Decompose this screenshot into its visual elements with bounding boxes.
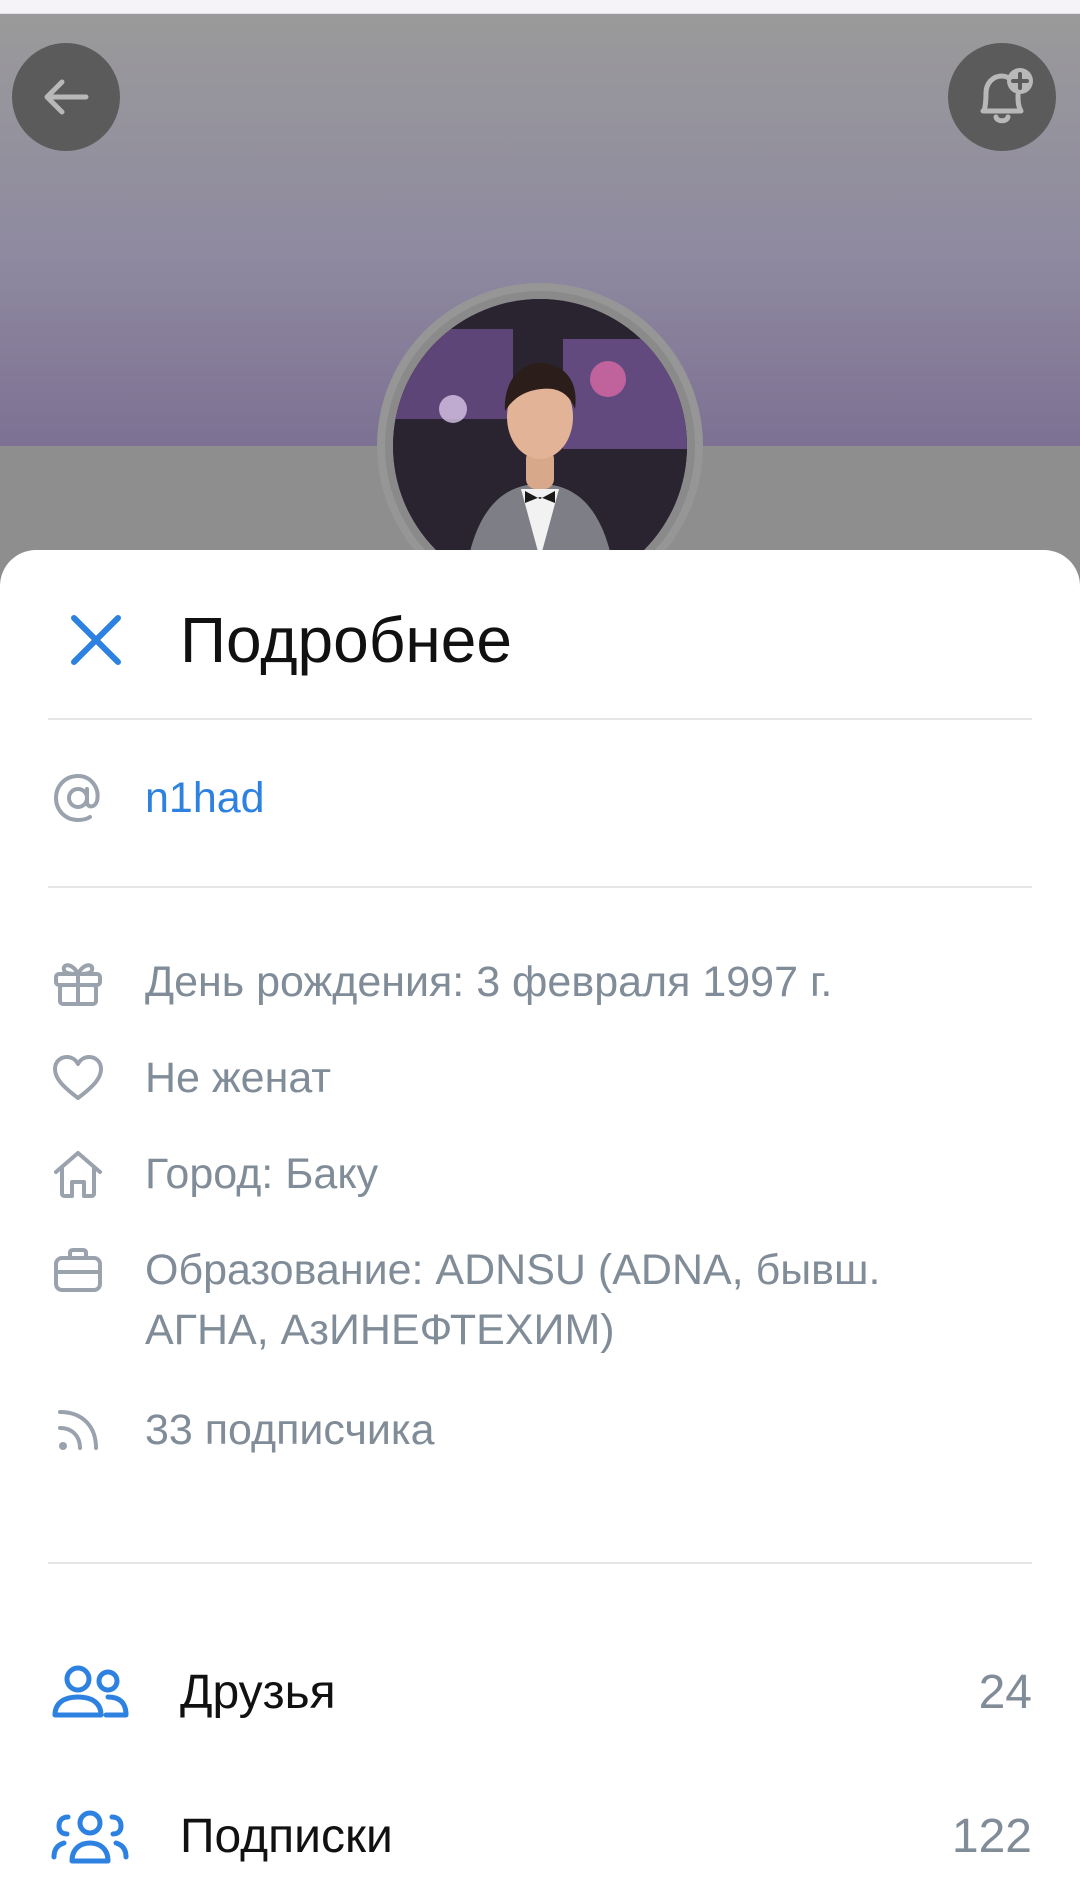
gift-icon (48, 952, 108, 1012)
back-button[interactable] (12, 43, 120, 151)
close-button[interactable] (58, 602, 134, 678)
subscriptions-label: Подписки (180, 1810, 393, 1863)
followers-text: 33 подписчика (145, 1406, 435, 1454)
education-text-line1: Образование: ADNSU (ADNA, бывш. (145, 1246, 881, 1294)
subscriptions-count: 122 (951, 1810, 1032, 1863)
avatar-photo (393, 299, 687, 593)
birthday-row: День рождения: 3 февраля 1997 г. (0, 952, 1080, 1012)
relationship-row: Не женат (0, 1048, 1080, 1108)
friends-icon (48, 1658, 132, 1728)
divider (48, 1562, 1032, 1564)
at-icon (48, 768, 108, 828)
details-bottom-sheet: Подробнее n1had День рождения: 3 февраля… (0, 550, 1080, 1896)
username-row[interactable]: n1had (0, 758, 1080, 838)
briefcase-icon (48, 1240, 108, 1300)
home-icon (48, 1144, 108, 1204)
sheet-header: Подробнее (0, 550, 1080, 718)
followers-row[interactable]: 33 подписчика (0, 1400, 1080, 1460)
relationship-text: Не женат (145, 1054, 332, 1102)
divider (48, 718, 1032, 720)
username-link[interactable]: n1had (145, 768, 265, 828)
birthday-text: День рождения: 3 февраля 1997 г. (145, 958, 833, 1006)
city-row: Город: Баку (0, 1144, 1080, 1204)
subscriptions-row[interactable]: Подписки 122 (0, 1782, 1080, 1892)
friends-row[interactable]: Друзья 24 (0, 1638, 1080, 1748)
bell-plus-icon (980, 68, 1033, 124)
sheet-title: Подробнее (180, 604, 512, 676)
friends-label: Друзья (180, 1666, 336, 1719)
divider (48, 886, 1032, 888)
friends-count: 24 (978, 1666, 1032, 1719)
rss-icon (48, 1400, 108, 1460)
heart-icon (48, 1048, 108, 1108)
city-text: Город: Баку (145, 1150, 379, 1198)
status-bar-strip (0, 0, 1080, 14)
subscriptions-icon (48, 1802, 132, 1872)
notifications-subscribe-button[interactable] (948, 43, 1056, 151)
close-icon (71, 615, 121, 665)
education-text-line2: АГНА, АзИНЕФТЕХИМ) (145, 1306, 615, 1354)
education-row: Образование: ADNSU (ADNA, бывш. АГНА, Аз… (0, 1240, 1080, 1360)
arrow-left-icon (44, 79, 89, 115)
